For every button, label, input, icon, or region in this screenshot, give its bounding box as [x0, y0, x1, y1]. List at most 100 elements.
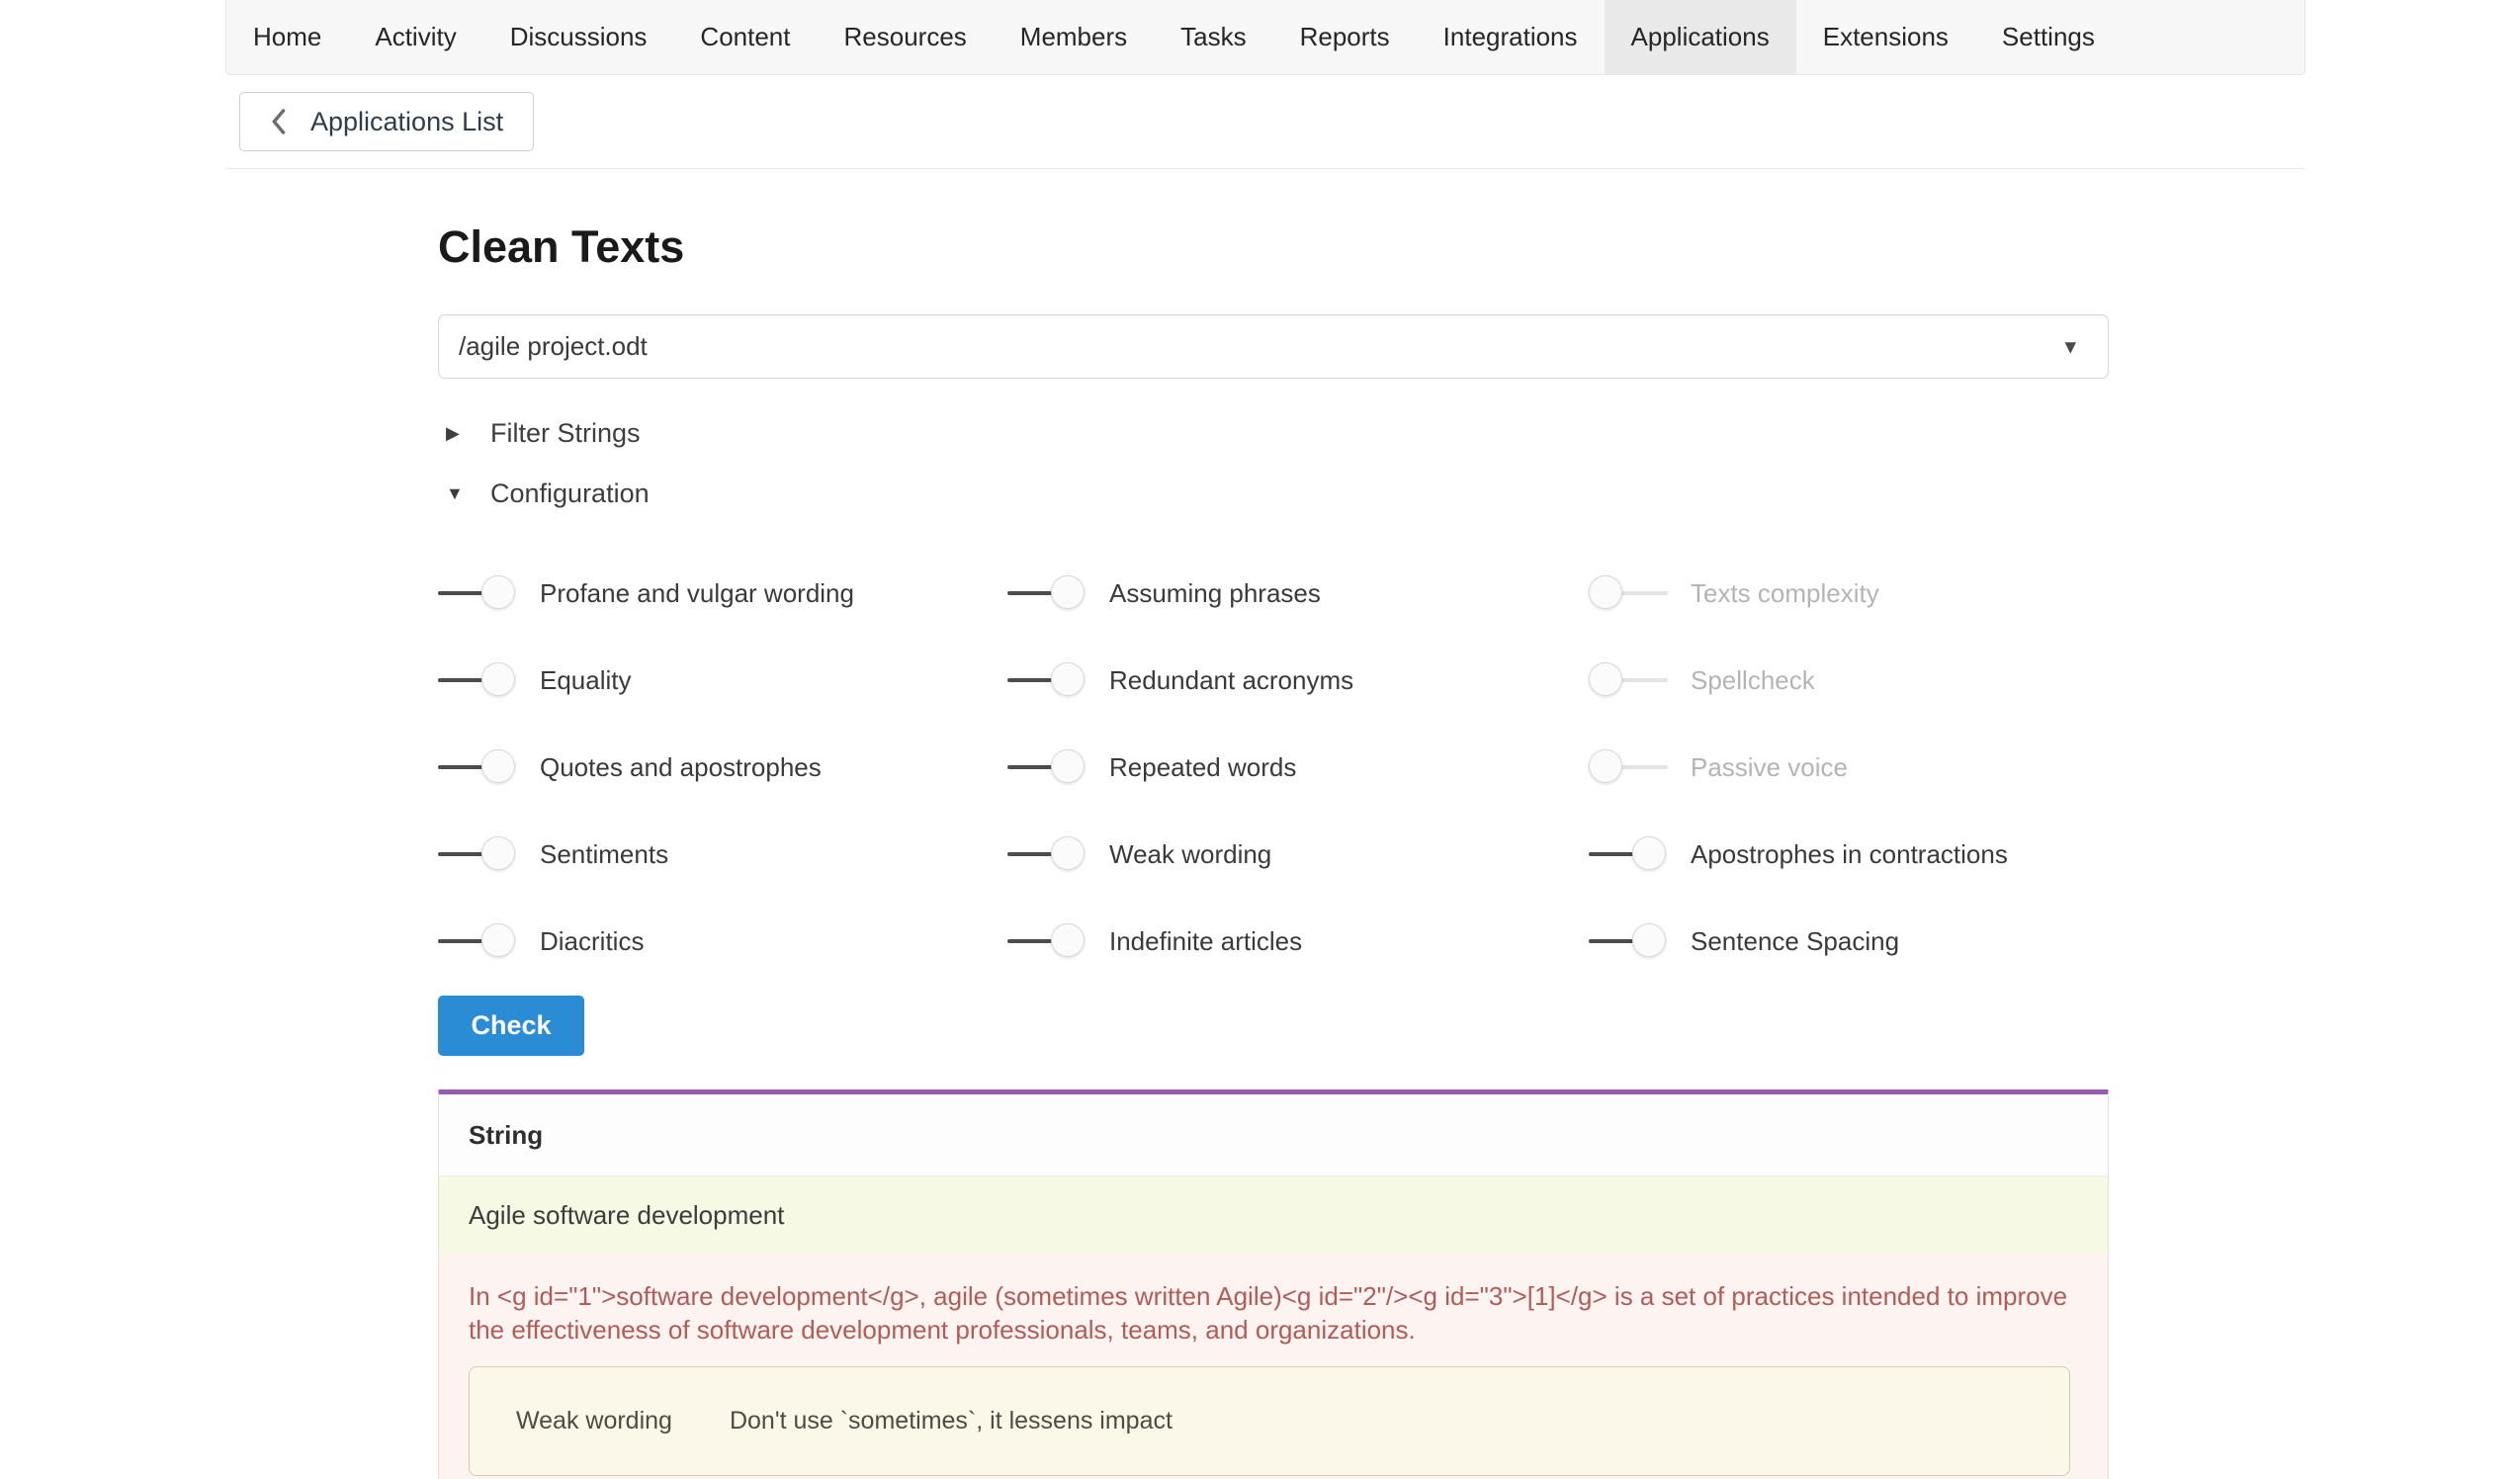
- caret-down-icon: ▾: [2064, 332, 2076, 359]
- toggle-knob: [1051, 662, 1085, 696]
- toggle-label: Apostrophes in contractions: [1691, 839, 2008, 870]
- toggle-switch[interactable]: [1007, 660, 1086, 700]
- toggle-switch[interactable]: [438, 921, 517, 961]
- toggle-track: [438, 678, 487, 682]
- toggle-switch[interactable]: [1589, 921, 1668, 961]
- toggle-knob: [1051, 836, 1085, 870]
- toggle-label: Texts complexity: [1691, 578, 1879, 609]
- toggle-track: [1007, 591, 1057, 595]
- toggle-switch[interactable]: [1007, 921, 1086, 961]
- configuration-label: Configuration: [490, 478, 650, 509]
- result-string-value: Agile software development: [469, 1200, 784, 1231]
- toggle-track: [1618, 678, 1668, 682]
- check-button[interactable]: Check: [438, 996, 584, 1056]
- toggle-knob: [481, 836, 515, 870]
- toggle-sentiments: Sentiments: [438, 834, 1007, 874]
- toggle-knob: [1051, 749, 1085, 783]
- toggle-track: [438, 591, 487, 595]
- toggle-track: [1007, 765, 1057, 769]
- toggle-track: [1007, 678, 1057, 682]
- toggle-track: [1007, 852, 1057, 856]
- toggle-label: Redundant acronyms: [1109, 665, 1353, 696]
- toggle-knob: [1589, 575, 1622, 609]
- toggle-label: Equality: [540, 665, 632, 696]
- toggle-label: Repeated words: [1109, 752, 1296, 783]
- chevron-left-icon: [270, 107, 287, 136]
- toggle-label: Spellcheck: [1691, 665, 1815, 696]
- toggle-switch[interactable]: [438, 834, 517, 874]
- result-detail: In <g id="1">software development</g>, a…: [439, 1254, 2108, 1479]
- toggle-knob: [481, 575, 515, 609]
- toggle-knob: [1051, 575, 1085, 609]
- toggle-track: [438, 852, 487, 856]
- toggle-passive-voice: Passive voice: [1589, 747, 2109, 787]
- toggle-apostrophes-in-contractions: Apostrophes in contractions: [1589, 834, 2109, 874]
- toggle-track: [438, 939, 487, 943]
- toggle-switch[interactable]: [1589, 834, 1668, 874]
- nav-tab-label: Home: [253, 22, 321, 52]
- toggle-diacritics: Diacritics: [438, 921, 1007, 961]
- toggle-texts-complexity: Texts complexity: [1589, 573, 2109, 613]
- toggle-switch[interactable]: [438, 660, 517, 700]
- toggle-weak-wording: Weak wording: [1007, 834, 1589, 874]
- toggle-label: Sentence Spacing: [1691, 926, 1899, 957]
- file-select[interactable]: /agile project.odt ▾: [438, 314, 2109, 379]
- toggle-label: Diacritics: [540, 926, 644, 957]
- file-select-value: /agile project.odt: [459, 331, 648, 362]
- toggle-label: Indefinite articles: [1109, 926, 1302, 957]
- toggle-label: Quotes and apostrophes: [540, 752, 822, 783]
- toggle-label: Profane and vulgar wording: [540, 578, 854, 609]
- section-configuration[interactable]: ▼ Configuration: [446, 478, 650, 509]
- toggle-knob: [1632, 923, 1666, 957]
- results-column-header: String: [439, 1094, 2108, 1176]
- triangle-down-icon: ▼: [446, 483, 466, 504]
- nav-tab-home[interactable]: Home: [226, 0, 348, 74]
- toggle-profane-and-vulgar-wording: Profane and vulgar wording: [438, 573, 1007, 613]
- toggle-track: [438, 765, 487, 769]
- toggle-knob: [481, 923, 515, 957]
- toggle-repeated-words: Repeated words: [1007, 747, 1589, 787]
- issue-list: Weak wording Don't use `sometimes`, it l…: [469, 1366, 2078, 1476]
- toggle-knob: [481, 662, 515, 696]
- toggle-knob: [1632, 836, 1666, 870]
- toggle-label: Assuming phrases: [1109, 578, 1321, 609]
- toggle-track: [1618, 591, 1668, 595]
- results-panel: String Agile software development In <g …: [438, 1089, 2109, 1479]
- issue-message: Don't use `sometimes`, it lessens impact: [730, 1407, 1173, 1436]
- main-content: Clean Texts /agile project.odt ▾ ▶ Filte…: [438, 0, 2109, 1479]
- toggle-switch[interactable]: [1589, 573, 1668, 613]
- toggle-label: Sentiments: [540, 839, 668, 870]
- section-filter-strings[interactable]: ▶ Filter Strings: [446, 418, 641, 449]
- toggle-switch[interactable]: [438, 747, 517, 787]
- toggle-switch[interactable]: [1589, 747, 1668, 787]
- toggle-switch[interactable]: [1589, 660, 1668, 700]
- toggle-label: Weak wording: [1109, 839, 1271, 870]
- result-string-row[interactable]: Agile software development: [439, 1176, 2108, 1254]
- toggle-indefinite-articles: Indefinite articles: [1007, 921, 1589, 961]
- toggle-switch[interactable]: [438, 573, 517, 613]
- toggle-track: [1618, 765, 1668, 769]
- toggle-switch[interactable]: [1007, 834, 1086, 874]
- page: Home Activity Discussions Content Resour…: [0, 0, 2520, 1479]
- toggle-equality: Equality: [438, 660, 1007, 700]
- toggle-spellcheck: Spellcheck: [1589, 660, 2109, 700]
- flagged-text: In <g id="1">software development</g>, a…: [469, 1279, 2075, 1347]
- issue-type-label: Weak wording: [516, 1407, 672, 1436]
- toggle-redundant-acronyms: Redundant acronyms: [1007, 660, 1589, 700]
- toggle-quotes-and-apostrophes: Quotes and apostrophes: [438, 747, 1007, 787]
- toggle-label: Passive voice: [1691, 752, 1848, 783]
- results-header-label: String: [469, 1120, 543, 1151]
- toggle-knob: [481, 749, 515, 783]
- triangle-right-icon: ▶: [446, 423, 466, 444]
- issue-box: Weak wording Don't use `sometimes`, it l…: [469, 1366, 2070, 1476]
- toggle-knob: [1589, 749, 1622, 783]
- toggle-switch[interactable]: [1007, 573, 1086, 613]
- toggle-knob: [1589, 662, 1622, 696]
- page-title: Clean Texts: [438, 221, 684, 273]
- toggle-track: [1007, 939, 1057, 943]
- filter-strings-label: Filter Strings: [490, 418, 641, 449]
- configuration-toggles: Profane and vulgar wording Assuming phra…: [438, 550, 2109, 985]
- toggle-assuming-phrases: Assuming phrases: [1007, 573, 1589, 613]
- toggle-switch[interactable]: [1007, 747, 1086, 787]
- toggle-knob: [1051, 923, 1085, 957]
